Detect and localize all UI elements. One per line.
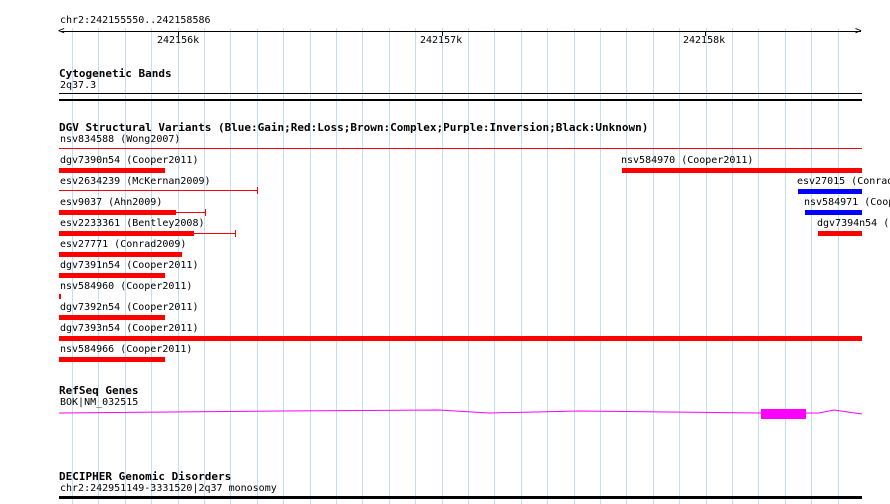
dgv-variant-label[interactable]: esv2233361 (Bentley2008): [60, 218, 205, 230]
dgv-variant-bar[interactable]: [59, 294, 61, 299]
ruler-axis: [61, 31, 861, 32]
dgv-variant-label[interactable]: esv27771 (Conrad2009): [60, 239, 186, 251]
ruler-left-arrow-icon: <: [58, 24, 65, 37]
ruler-tick-label: 242158k: [683, 35, 726, 46]
ruler-range: chr2:242155550..242158586: [60, 15, 211, 26]
dgv-variant-label[interactable]: nsv584970 (Cooper2011): [621, 155, 753, 167]
dgv-variant-bar[interactable]: [59, 148, 862, 149]
ruler-tick-label: 242156k: [157, 35, 200, 46]
cyto-band-top: [59, 93, 862, 94]
dgv-variant-bar[interactable]: [59, 315, 165, 320]
dgv-variant-bar[interactable]: [59, 336, 862, 341]
dgv-variant-bar[interactable]: [818, 231, 862, 236]
cyto-track-title[interactable]: Cytogenetic Bands: [59, 67, 172, 80]
dgv-variant-label[interactable]: nsv584966 (Cooper2011): [60, 344, 192, 356]
dgv-variant-label[interactable]: esv27015 (Conrad: [797, 176, 890, 188]
refseq-gene-model[interactable]: [59, 404, 863, 422]
dgv-variant-endcap: [205, 209, 206, 216]
ruler-tick-label: 242157k: [420, 35, 463, 46]
dgv-variant-bar[interactable]: [59, 210, 176, 215]
decipher-track-title[interactable]: DECIPHER Genomic Disorders: [59, 470, 231, 483]
dgv-variant-label[interactable]: dgv7391n54 (Cooper2011): [60, 260, 198, 272]
dgv-variant-label[interactable]: nsv834588 (Wong2007): [60, 134, 180, 146]
dgv-variant-bar[interactable]: [805, 210, 862, 215]
dgv-variant-label[interactable]: dgv7392n54 (Cooper2011): [60, 302, 198, 314]
dgv-track-title[interactable]: DGV Structural Variants (Blue:Gain;Red:L…: [59, 121, 648, 134]
decipher-item-label[interactable]: chr2:242951149-3331520|2q37 monosomy: [60, 483, 277, 495]
dgv-variant-bar[interactable]: [798, 189, 862, 194]
dgv-variant-bar[interactable]: [59, 190, 258, 191]
refseq-exon-block: [761, 409, 806, 419]
dgv-variant-endcap: [257, 187, 258, 194]
dgv-variant-bar[interactable]: [59, 252, 182, 257]
cyto-band-bottom: [59, 99, 862, 101]
dgv-variant-endcap: [235, 230, 236, 237]
dgv-variant-bar[interactable]: [59, 273, 165, 278]
dgv-variant-label[interactable]: esv9037 (Ahn2009): [60, 197, 162, 209]
dgv-variant-label[interactable]: dgv7390n54 (Cooper2011): [60, 155, 198, 167]
dgv-variant-label[interactable]: nsv584971 (Coop: [804, 197, 890, 209]
dgv-variant-label[interactable]: esv2634239 (McKernan2009): [60, 176, 211, 188]
dgv-variant-bar[interactable]: [59, 168, 165, 173]
dgv-variant-label[interactable]: nsv584960 (Cooper2011): [60, 281, 192, 293]
cyto-band-label[interactable]: 2q37.3: [60, 80, 96, 92]
dgv-variant-extension: [176, 212, 206, 213]
dgv-variant-bar[interactable]: [59, 231, 194, 236]
dgv-variant-bar[interactable]: [59, 357, 165, 362]
decipher-item-bar[interactable]: [59, 496, 862, 499]
ruler-right-arrow-icon: >: [855, 24, 862, 37]
refseq-intron-line: [59, 409, 863, 415]
dgv-variant-extension: [194, 233, 236, 234]
dgv-variant-label[interactable]: dgv7394n54 (: [817, 218, 889, 230]
dgv-variant-bar[interactable]: [622, 168, 862, 173]
dgv-variant-label[interactable]: dgv7393n54 (Cooper2011): [60, 323, 198, 335]
refseq-track-title[interactable]: RefSeq Genes: [59, 384, 138, 397]
